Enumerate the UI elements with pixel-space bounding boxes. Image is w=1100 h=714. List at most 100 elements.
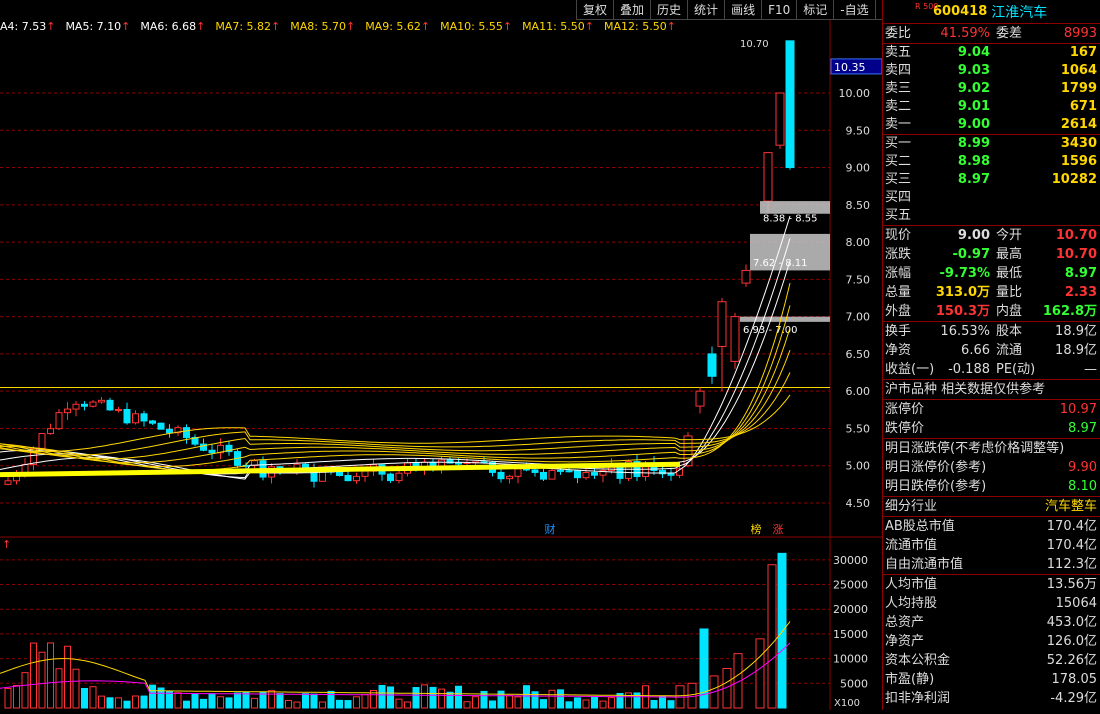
info-label: 跌停价 xyxy=(883,419,1068,438)
per-share-box: 人均市值13.56万人均持股15064总资产453.0亿净资产126.0亿资本公… xyxy=(883,575,1100,708)
volume-bar xyxy=(422,685,428,708)
candle-body xyxy=(708,354,716,376)
info-row: 总资产453.0亿 xyxy=(883,613,1100,632)
quote-row: 现价9.00今开10.70 xyxy=(883,226,1100,245)
sell-price: 9.00 xyxy=(925,116,994,134)
volume-bar xyxy=(583,700,589,708)
fund-label: 股本 xyxy=(994,322,1046,341)
price-tick-label: 8.50 xyxy=(846,199,871,212)
industry-value[interactable]: 汽车整车 xyxy=(1045,497,1100,516)
quote-label: 涨跌 xyxy=(883,245,925,264)
volume-bar xyxy=(286,700,292,708)
sell-volume: 2614 xyxy=(994,116,1100,134)
candle-body xyxy=(65,409,71,413)
volume-bar xyxy=(90,687,96,708)
high-marker: 10.70 xyxy=(740,39,769,50)
volume-bar xyxy=(133,696,139,708)
volume-bar xyxy=(464,702,470,708)
volume-tick-label: 30000 xyxy=(833,554,868,567)
fund-value: -0.188 xyxy=(939,360,994,379)
buy-row[interactable]: 买五 xyxy=(883,207,1100,225)
quote-value: 10.70 xyxy=(1036,245,1100,264)
toolbar-btn-1[interactable]: 叠加 xyxy=(614,0,651,20)
quote-label: 涨幅 xyxy=(883,264,925,283)
volume-bar xyxy=(235,693,241,708)
toolbar-btn-3[interactable]: 统计 xyxy=(688,0,725,20)
volume-bar xyxy=(405,702,411,708)
volume-bar xyxy=(294,702,300,708)
candle-body xyxy=(549,470,555,479)
up-arrow-icon: ↑ xyxy=(2,538,11,551)
candle-body xyxy=(39,434,45,449)
toolbar-btn-7[interactable]: -自选 xyxy=(834,0,875,20)
info-label: AB股总市值 xyxy=(883,517,1047,536)
buy-row[interactable]: 买一8.993430 xyxy=(883,135,1100,153)
volume-bar xyxy=(388,687,394,708)
volume-bar xyxy=(362,695,368,708)
sell-row[interactable]: 卖二9.01671 xyxy=(883,98,1100,116)
toolbar-btn-5[interactable]: F10 xyxy=(762,0,797,20)
volume-tick-label: 10000 xyxy=(833,653,868,666)
quote-value: 9.00 xyxy=(925,226,994,245)
toolbar-btn-6[interactable]: 标记 xyxy=(797,0,834,20)
volume-bar xyxy=(768,565,776,708)
industry-label: 细分行业 xyxy=(883,497,1045,516)
event-mark[interactable]: 涨 xyxy=(773,523,784,536)
volume-bar xyxy=(243,692,249,708)
industry-row[interactable]: 细分行业 汽车整车 xyxy=(883,497,1100,517)
info-label: 人均持股 xyxy=(883,594,1056,613)
buy-price: 8.98 xyxy=(925,153,994,171)
ma-legend-item: MA8: 5.70↑ xyxy=(290,20,355,33)
info-value: -4.29亿 xyxy=(1050,689,1100,708)
buy-label: 买五 xyxy=(883,207,925,225)
info-row: AB股总市值170.4亿 xyxy=(883,517,1100,536)
volume-ma-line xyxy=(0,643,790,697)
buy-row[interactable]: 买三8.9710282 xyxy=(883,171,1100,189)
chart-canvas[interactable]: 10.009.509.008.508.007.507.006.506.005.5… xyxy=(0,0,882,710)
stock-name: 江淮汽车 xyxy=(991,2,1047,22)
sell-row[interactable]: 卖一9.002614 xyxy=(883,116,1100,134)
toolbar-btn-4[interactable]: 画线 xyxy=(725,0,762,20)
info-value: 8.10 xyxy=(1068,477,1100,496)
volume-bar xyxy=(447,692,453,708)
buy-row[interactable]: 买四 xyxy=(883,189,1100,207)
quote-value: 313.0万 xyxy=(925,283,994,302)
quote-value: 8.97 xyxy=(1036,264,1100,283)
price-tick-label: 5.50 xyxy=(846,422,871,435)
price-tick-label: 9.00 xyxy=(846,162,871,175)
quote-value: 2.33 xyxy=(1036,283,1100,302)
event-mark[interactable]: 财 xyxy=(545,522,556,536)
quote-stats: 现价9.00今开10.70涨跌-0.97最高10.70涨幅-9.73%最低8.9… xyxy=(883,226,1100,322)
candle-body xyxy=(116,409,122,410)
weibi-row: 委比 41.59% 委差 8993 xyxy=(883,24,1100,44)
volume-bar xyxy=(201,699,207,708)
candle-body xyxy=(184,428,190,438)
price-tick-label: 6.50 xyxy=(846,348,871,361)
event-mark[interactable]: 榜 xyxy=(751,522,762,536)
candle-body xyxy=(5,481,11,485)
fund-label: PE(动) xyxy=(994,360,1046,379)
quote-value: -0.97 xyxy=(925,245,994,264)
quote-row: 涨幅-9.73%最低8.97 xyxy=(883,264,1100,283)
up-arrow-icon: ↑ xyxy=(121,20,130,33)
toolbar-btn-0[interactable]: 复权 xyxy=(577,0,614,20)
sell-volume: 1064 xyxy=(994,62,1100,80)
info-row: 市盈(静)178.05 xyxy=(883,670,1100,689)
candle-body xyxy=(731,317,739,362)
volume-bar xyxy=(337,700,343,708)
info-row: 资本公积金52.26亿 xyxy=(883,651,1100,670)
toolbar-btn-2[interactable]: 历史 xyxy=(651,0,688,20)
price-tick-label: 9.50 xyxy=(846,124,871,137)
kline-chart[interactable]: 10.009.509.008.508.007.507.006.506.005.5… xyxy=(0,0,882,710)
ma-legend-item: MA6: 6.68↑ xyxy=(140,20,205,33)
volume-bar xyxy=(515,697,521,708)
info-row: 明日涨跌停(不考虑价格调整等) xyxy=(883,439,1100,458)
ma-legend-item: A4: 7.53↑ xyxy=(0,20,55,33)
weibi-label: 委比 xyxy=(883,24,925,43)
sell-row[interactable]: 卖四9.031064 xyxy=(883,62,1100,80)
sell-row[interactable]: 卖五9.04167 xyxy=(883,44,1100,62)
sell-row[interactable]: 卖三9.021799 xyxy=(883,80,1100,98)
volume-bar xyxy=(73,669,79,708)
buy-row[interactable]: 买二8.981596 xyxy=(883,153,1100,171)
volume-bar xyxy=(65,646,71,708)
